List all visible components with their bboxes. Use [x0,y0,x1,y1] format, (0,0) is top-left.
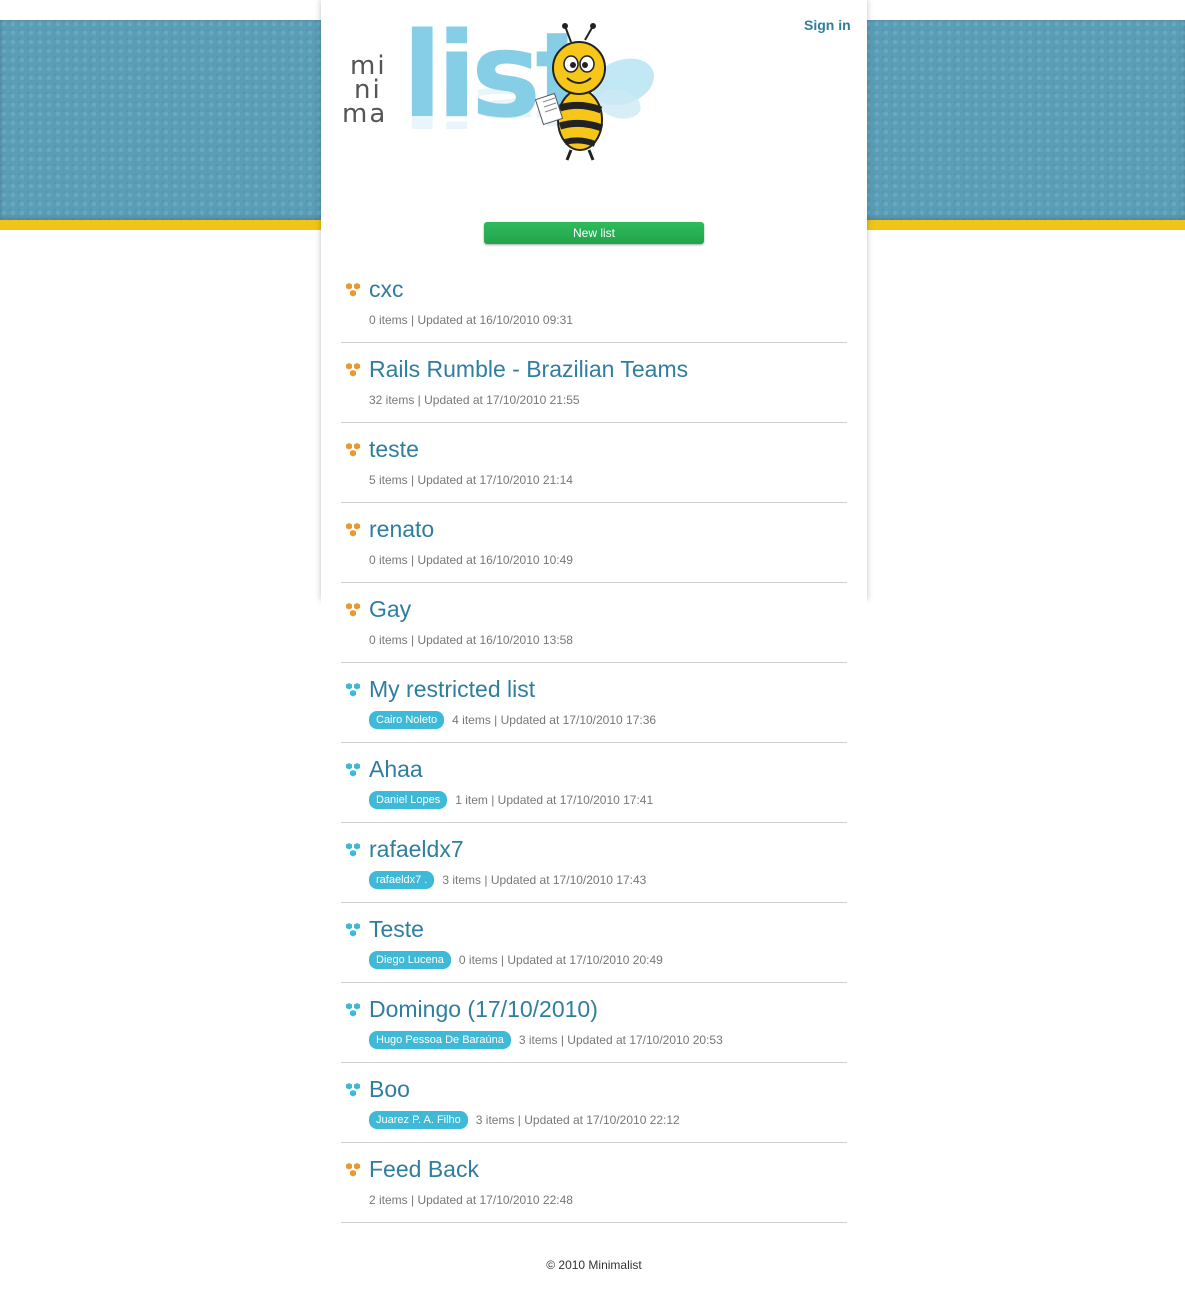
hive-orange-icon [346,443,360,457]
list-meta-row: 0 items | Updated at 16/10/2010 09:31 [369,311,573,329]
list-meta-text: 2 items | Updated at 17/10/2010 22:48 [369,1193,573,1207]
list-title-link[interactable]: Teste [369,916,424,943]
hive-blue-icon [346,763,360,777]
hive-blue-icon [346,683,360,697]
list-title-link[interactable]: teste [369,436,419,463]
hive-blue-icon [346,1003,360,1017]
owner-badge[interactable]: Hugo Pessoa De Baraúna [369,1031,511,1049]
owner-badge[interactable]: Diego Lucena [369,951,451,969]
list-title-link[interactable]: rafaeldx7 [369,836,464,863]
owner-badge[interactable]: Daniel Lopes [369,791,448,809]
list-title-link[interactable]: Feed Back [369,1156,479,1183]
list-meta-row: 0 items | Updated at 16/10/2010 13:58 [369,631,573,649]
hive-orange-icon [346,1163,360,1177]
list-title-link[interactable]: Rails Rumble - Brazilian Teams [369,356,688,383]
owner-badge[interactable]: Cairo Noleto [369,711,445,729]
list-meta-row: 0 items | Updated at 16/10/2010 10:49 [369,551,573,569]
list-meta-row: Juarez P. A. Filho 3 items | Updated at 1… [369,1111,680,1129]
footer-copyright: © 2010 Minimalist [546,1258,642,1272]
list-row: rafaeldx7 rafaeldx7 . 3 items | Updated at… [341,823,847,903]
list-title-link[interactable]: My restricted list [369,676,535,703]
list-title-link[interactable]: Gay [369,596,411,623]
list-row: Gay 0 items | Updated at 16/10/2010 13:58 [341,583,847,663]
list-row: renato 0 items | Updated at 16/10/2010 10… [341,503,847,583]
list-meta-row: 5 items | Updated at 17/10/2010 21:14 [369,471,573,489]
bee-mascot-icon [535,23,654,161]
list-meta-row: Cairo Noleto 4 items | Updated at 17/10/2… [369,711,656,729]
hive-orange-icon [346,363,360,377]
lists-container: cxc 0 items | Updated at 16/10/2010 09:31… [341,263,847,1223]
list-meta-row: rafaeldx7 . 3 items | Updated at 17/10/20… [369,871,646,889]
list-meta-text: 32 items | Updated at 17/10/2010 21:55 [369,393,580,407]
list-meta-row: Diego Lucena 0 items | Updated at 17/10/2… [369,951,663,969]
list-row: cxc 0 items | Updated at 16/10/2010 09:31 [341,263,847,343]
hive-orange-icon [346,603,360,617]
list-meta-text: 5 items | Updated at 17/10/2010 21:14 [369,473,573,487]
list-row: My restricted list Cairo Noleto 4 items | … [341,663,847,743]
owner-badge[interactable]: Juarez P. A. Filho [369,1111,468,1129]
list-title-link[interactable]: Domingo (17/10/2010) [369,996,598,1023]
list-meta-text: 0 items | Updated at 16/10/2010 13:58 [369,633,573,647]
list-meta-text: 0 items | Updated at 17/10/2010 20:49 [458,953,663,967]
minimalist-logo[interactable]: mi ni ma list list [340,10,670,202]
list-meta-row: Daniel Lopes 1 item | Updated at 17/10/20… [369,791,653,809]
list-meta-text: 3 items | Updated at 17/10/2010 22:12 [475,1113,680,1127]
list-row: Ahaa Daniel Lopes 1 item | Updated at 17/1… [341,743,847,823]
hive-blue-icon [346,923,360,937]
list-row: teste 5 items | Updated at 17/10/2010 21:… [341,423,847,503]
list-meta-row: 32 items | Updated at 17/10/2010 21:55 [369,391,580,409]
hive-orange-icon [346,283,360,297]
list-meta-text: 1 item | Updated at 17/10/2010 17:41 [455,793,654,807]
list-row: Feed Back 2 items | Updated at 17/10/2010… [341,1143,847,1223]
list-meta-row: Hugo Pessoa De Baraúna 3 items | Updated … [369,1031,723,1049]
list-title-link[interactable]: renato [369,516,434,543]
list-row: Boo Juarez P. A. Filho 3 items | Updated a… [341,1063,847,1143]
hive-orange-icon [346,523,360,537]
new-list-button[interactable]: New list [484,222,704,244]
list-row: Teste Diego Lucena 0 items | Updated at 17… [341,903,847,983]
list-meta-text: 4 items | Updated at 17/10/2010 17:36 [452,713,657,727]
hive-blue-icon [346,843,360,857]
list-title-link[interactable]: Boo [369,1076,410,1103]
list-meta-text: 0 items | Updated at 16/10/2010 09:31 [369,313,573,327]
list-meta-row: 2 items | Updated at 17/10/2010 22:48 [369,1191,573,1209]
list-meta-text: 3 items | Updated at 17/10/2010 17:43 [442,873,647,887]
list-title-link[interactable]: Ahaa [369,756,423,783]
list-row: Domingo (17/10/2010) Hugo Pessoa De Baraú… [341,983,847,1063]
sign-in-link[interactable]: Sign in [804,17,851,33]
list-meta-text: 3 items | Updated at 17/10/2010 20:53 [518,1033,723,1047]
list-meta-text: 0 items | Updated at 16/10/2010 10:49 [369,553,573,567]
list-title-link[interactable]: cxc [369,276,404,303]
hive-blue-icon [346,1083,360,1097]
logo-text-ma: ma [342,99,388,129]
list-row: Rails Rumble - Brazilian Teams 32 items |… [341,343,847,423]
owner-badge[interactable]: rafaeldx7 . [369,871,435,889]
